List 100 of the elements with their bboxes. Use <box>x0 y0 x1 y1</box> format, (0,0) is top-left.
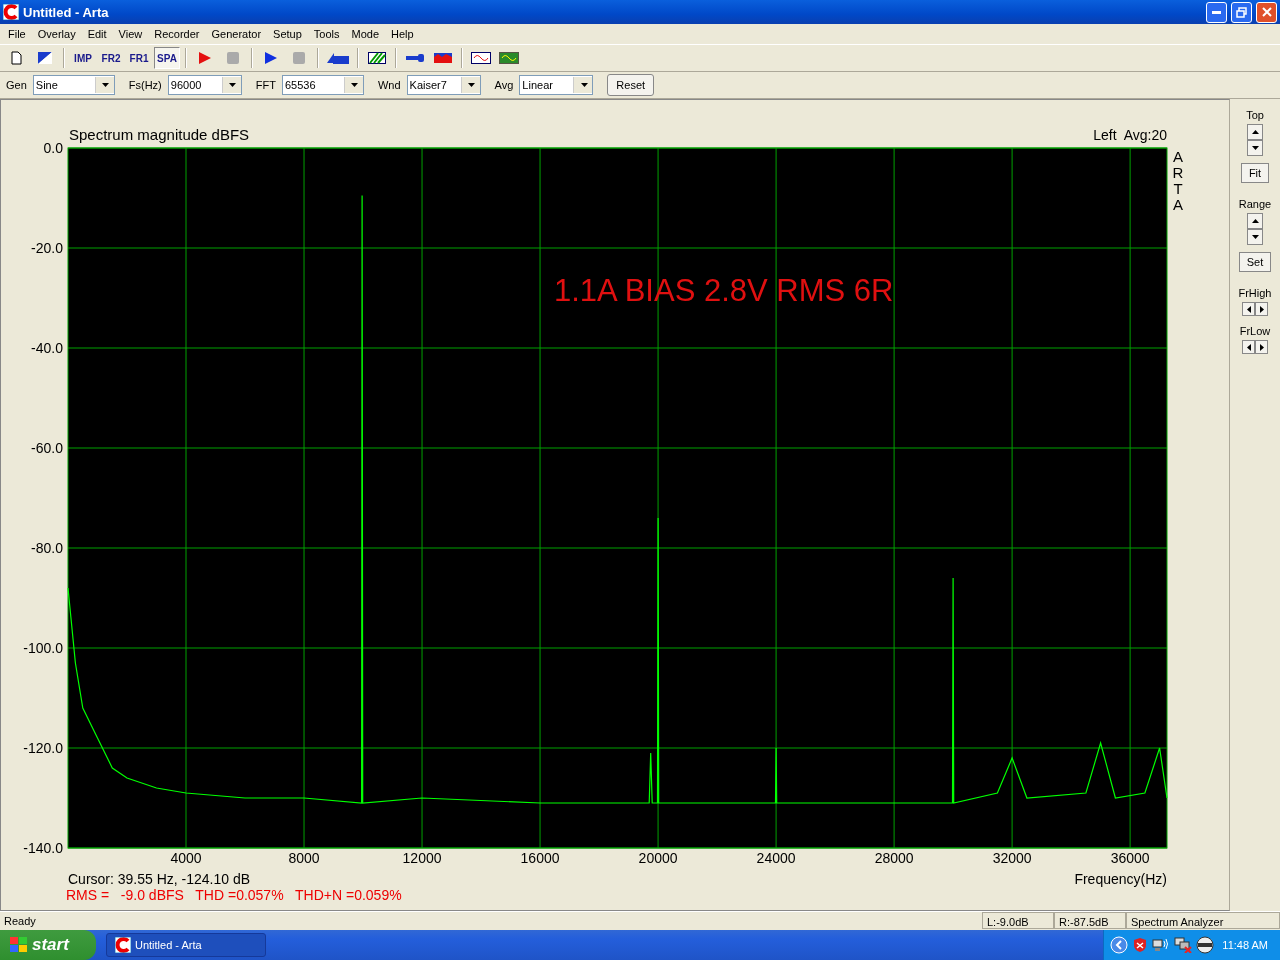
app-logo-icon <box>115 937 131 953</box>
mode-button[interactable]: FR2 <box>98 47 124 69</box>
mode-button[interactable]: FR1 <box>126 47 152 69</box>
dropdown[interactable]: Kaiser7 <box>406 75 481 95</box>
taskbar-app-button[interactable]: Untitled - Arta <box>106 933 266 957</box>
bar-meter-icon <box>434 53 452 63</box>
control-label: FrHigh <box>1238 287 1272 299</box>
control-label: FrLow <box>1239 325 1271 337</box>
right-arrow-icon <box>1259 305 1264 313</box>
mode-button[interactable]: IMP <box>70 47 96 69</box>
x-axis-label: 12000 <box>402 850 442 866</box>
left-arrow-icon <box>1246 305 1251 313</box>
restore-icon <box>1236 6 1247 18</box>
control-label: Range <box>1238 198 1272 210</box>
menu-item[interactable]: Overlay <box>31 28 82 40</box>
dropdown[interactable]: Sine <box>32 75 115 95</box>
reset-button[interactable]: Reset <box>607 74 655 96</box>
network-disconnected-icon[interactable] <box>1174 937 1193 953</box>
chart-annotation: 1.1A BIAS 2.8V RMS 6R <box>554 273 894 308</box>
down-arrow-icon <box>468 83 476 87</box>
left-arrow-icon <box>1246 343 1251 351</box>
dropdown[interactable]: Linear <box>519 75 594 95</box>
x-axis-label: 24000 <box>756 850 796 866</box>
down-arrow-icon <box>580 83 588 87</box>
y-axis-label: 0.0 <box>43 140 63 156</box>
record-play-icon <box>198 51 212 65</box>
channel-info: Left Avg:20 <box>1093 127 1167 143</box>
chevron-left-icon[interactable] <box>1110 936 1129 954</box>
down-button[interactable] <box>1247 140 1263 156</box>
menu-item[interactable]: Setup <box>267 28 308 40</box>
x-axis-label: 28000 <box>874 850 914 866</box>
x-axis-label: 20000 <box>638 850 678 866</box>
wave-monitor-icon <box>499 52 519 64</box>
right-button[interactable] <box>1255 340 1268 354</box>
clock: 11:48 AM <box>1222 939 1268 951</box>
close-icon <box>1261 7 1272 17</box>
menu-item[interactable]: File <box>2 28 32 40</box>
status-text: R:-87.5dB <box>1054 912 1126 929</box>
y-axis-label: -20.0 <box>31 240 63 256</box>
probe-icon <box>406 54 424 62</box>
y-axis-label: -40.0 <box>31 340 63 356</box>
status-text: Spectrum Analyzer <box>1126 912 1280 929</box>
brand-letter: A <box>1173 148 1183 165</box>
start-button[interactable]: start <box>0 930 96 960</box>
field-label: Avg <box>494 79 514 91</box>
control-label: Top <box>1246 109 1264 121</box>
x-axis-title: Frequency(Hz) <box>1074 871 1167 887</box>
diagonal-split-icon <box>38 52 52 64</box>
minimize-icon <box>1212 10 1221 14</box>
menu-item[interactable]: View <box>112 28 149 40</box>
menu-item[interactable]: Mode <box>345 28 385 40</box>
shield-icon[interactable] <box>1132 937 1149 953</box>
menu-item[interactable]: Help <box>385 28 420 40</box>
y-axis-label: -140.0 <box>23 840 63 856</box>
sine-scope-icon <box>471 52 491 64</box>
x-axis-label: 32000 <box>992 850 1032 866</box>
brand-letter: A <box>1173 196 1183 213</box>
y-axis-label: -60.0 <box>31 440 63 456</box>
left-button[interactable] <box>1242 302 1255 316</box>
menu-item[interactable]: Recorder <box>148 28 206 40</box>
side-button[interactable]: Fit <box>1240 163 1270 183</box>
down-arrow-icon <box>1251 235 1259 239</box>
x-axis-label: 16000 <box>520 850 560 866</box>
right-button[interactable] <box>1255 302 1268 316</box>
field-label: FFT <box>255 79 276 91</box>
menu-item[interactable]: Edit <box>81 28 113 40</box>
y-axis-label: -100.0 <box>23 640 63 656</box>
brand-letter: T <box>1173 180 1183 197</box>
down-arrow-icon <box>351 83 359 87</box>
window-title: Untitled - Arta <box>23 4 110 20</box>
striped-chart-icon <box>368 52 386 64</box>
measurement-readout: RMS = -9.0 dBFS THD =0.057% THD+N =0.059% <box>66 887 403 903</box>
mode-button[interactable]: SPA <box>154 47 180 69</box>
down-button[interactable] <box>1247 229 1263 245</box>
minimize-button[interactable] <box>1206 1 1227 23</box>
windows-flag-icon <box>10 937 28 953</box>
restore-button[interactable] <box>1231 1 1252 23</box>
left-button[interactable] <box>1242 340 1255 354</box>
dropdown[interactable]: 96000 <box>167 75 242 95</box>
side-button[interactable]: Set <box>1238 252 1272 272</box>
x-axis-label: 8000 <box>288 850 320 866</box>
dropdown[interactable]: 65536 <box>281 75 364 95</box>
up-arrow-icon <box>1251 219 1259 223</box>
menu-item[interactable]: Generator <box>205 28 268 40</box>
right-arrow-icon <box>1259 343 1264 351</box>
wireless-network-icon[interactable] <box>1152 937 1171 953</box>
down-arrow-icon <box>102 83 110 87</box>
status-text: L:-9.0dB <box>982 912 1054 929</box>
field-label: Fs(Hz) <box>128 79 162 91</box>
up-button[interactable] <box>1247 213 1263 229</box>
up-arrow-icon <box>1251 130 1259 134</box>
brand-letter: R <box>1172 164 1184 181</box>
down-arrow-icon <box>1251 146 1259 150</box>
stop-icon <box>227 52 239 64</box>
menu-item[interactable]: Tools <box>307 28 346 40</box>
up-button[interactable] <box>1247 124 1263 140</box>
app-logo-icon <box>3 4 19 20</box>
cursor-readout: Cursor: 39.55 Hz, -124.10 dB <box>68 871 251 887</box>
close-button[interactable] <box>1256 1 1277 23</box>
field-label: Gen <box>6 79 27 91</box>
